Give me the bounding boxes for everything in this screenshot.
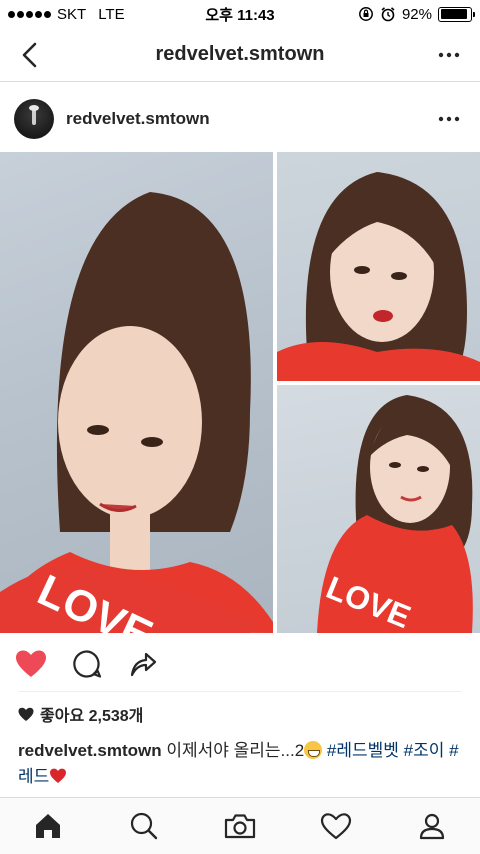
- portrait-illustration: LOVE: [0, 192, 273, 633]
- share-icon: [130, 652, 157, 677]
- status-right: 92%: [358, 5, 475, 23]
- red-heart-emoji-icon: [50, 768, 67, 783]
- hashtag[interactable]: #조이: [404, 741, 445, 760]
- comment-button[interactable]: [70, 647, 104, 681]
- status-left: SKT LTE: [8, 6, 125, 23]
- heart-outline-icon: [320, 813, 352, 840]
- tab-bar: [0, 797, 480, 854]
- like-button[interactable]: [14, 647, 48, 681]
- tab-profile[interactable]: [412, 806, 452, 846]
- battery-fill: [440, 9, 468, 19]
- network-label: LTE: [98, 5, 125, 23]
- hashtag[interactable]: #레드벨벳: [327, 741, 399, 760]
- post-actions: [0, 640, 480, 688]
- avatar[interactable]: [14, 99, 54, 139]
- post-photo-collage[interactable]: LOVE LOVE: [0, 152, 480, 633]
- post-photo-top-right[interactable]: [277, 152, 480, 381]
- nav-more-button[interactable]: [436, 42, 462, 68]
- likes-count[interactable]: 좋아요 2,538개: [18, 702, 143, 726]
- post-photo-main[interactable]: LOVE: [0, 152, 273, 633]
- portrait-illustration: [277, 172, 480, 381]
- nav-bar: redvelvet.smtown: [0, 28, 480, 82]
- post-username[interactable]: redvelvet.smtown: [66, 109, 210, 129]
- camera-icon: [224, 814, 256, 839]
- status-bar: SKT LTE 오후 11:43 92%: [0, 0, 480, 28]
- likes-text: 좋아요 2,538개: [40, 708, 144, 725]
- heart-filled-icon: [16, 650, 46, 677]
- back-button[interactable]: [14, 40, 44, 70]
- battery-percent: 92%: [401, 5, 432, 23]
- portrait-illustration: LOVE: [317, 395, 473, 633]
- more-horizontal-icon: [438, 52, 460, 58]
- tab-activity[interactable]: [316, 806, 356, 846]
- more-horizontal-icon: [438, 116, 460, 122]
- rotation-lock-icon: [359, 7, 373, 21]
- tab-home[interactable]: [28, 806, 68, 846]
- chevron-left-icon: [22, 42, 37, 68]
- post-caption: redvelvet.smtown 이제서야 올리는...2 #레드벨벳 #조이 …: [18, 738, 466, 790]
- nav-title: redvelvet.smtown: [155, 43, 325, 65]
- search-icon: [130, 812, 158, 840]
- alarm-icon: [381, 7, 395, 22]
- signal-strength-icon: [8, 10, 51, 18]
- caption-text: 이제서야 올리는...2: [166, 741, 305, 760]
- heart-small-icon: [18, 706, 34, 722]
- profile-icon: [419, 813, 445, 840]
- post-more-button[interactable]: [436, 106, 462, 132]
- caption-username[interactable]: redvelvet.smtown: [18, 741, 162, 760]
- comment-icon: [73, 650, 102, 678]
- divider: [18, 691, 462, 692]
- battery-icon: [438, 6, 475, 22]
- share-button[interactable]: [126, 647, 160, 681]
- tab-camera[interactable]: [220, 806, 260, 846]
- carrier-label: SKT: [57, 5, 87, 23]
- grinning-sweat-emoji-icon: [304, 741, 323, 759]
- home-icon: [36, 814, 60, 838]
- post-header: redvelvet.smtown: [0, 88, 480, 150]
- tab-search[interactable]: [124, 806, 164, 846]
- clock: 오후 11:43: [205, 6, 275, 24]
- post-photo-bottom-right[interactable]: LOVE: [277, 385, 480, 633]
